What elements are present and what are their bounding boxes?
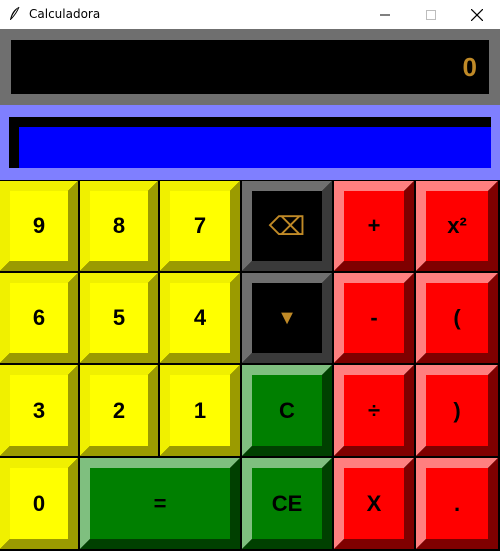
multiply-button[interactable]: X <box>334 458 414 549</box>
secondary-display <box>9 117 491 168</box>
close-button[interactable] <box>454 0 500 29</box>
button-5-label: 5 <box>112 305 126 330</box>
open-paren-button[interactable]: ( <box>416 273 498 363</box>
divide-button-label: ÷ <box>367 397 381 423</box>
down-arrow-icon: ▼ <box>277 306 297 329</box>
equals-button[interactable]: = <box>80 458 240 549</box>
equals-button-label: = <box>153 490 167 516</box>
backspace-icon: ⌫ <box>268 210 306 241</box>
add-button-label: + <box>367 213 381 238</box>
clear-button-label: C <box>279 397 295 423</box>
feather-icon <box>8 6 22 22</box>
square-button[interactable]: x² <box>416 181 498 271</box>
button-0-label: 0 <box>32 490 46 516</box>
title-bar: Calculadora <box>0 0 500 29</box>
divide-button[interactable]: ÷ <box>334 365 414 456</box>
button-6-label: 6 <box>32 305 46 330</box>
window-title: Calculadora <box>29 7 101 21</box>
button-1[interactable]: 1 <box>160 365 240 456</box>
close-paren-button-label: ) <box>453 397 461 423</box>
button-5[interactable]: 5 <box>80 273 158 363</box>
subtract-button[interactable]: - <box>334 273 414 363</box>
maximize-button[interactable] <box>408 0 454 29</box>
button-2-label: 2 <box>112 397 126 423</box>
button-6[interactable]: 6 <box>0 273 78 363</box>
button-1-label: 1 <box>193 397 207 423</box>
multiply-button-label: X <box>366 490 382 516</box>
button-7-label: 7 <box>193 213 207 238</box>
display-value: 0 <box>462 52 477 82</box>
add-button[interactable]: + <box>334 181 414 271</box>
close-paren-button[interactable]: ) <box>416 365 498 456</box>
display-screen: 0 <box>11 40 489 94</box>
button-7[interactable]: 7 <box>160 181 240 271</box>
square-button-label: x² <box>447 213 467 238</box>
decimal-point-button[interactable]: . <box>416 458 498 549</box>
button-2[interactable]: 2 <box>80 365 158 456</box>
button-3-label: 3 <box>32 397 46 423</box>
button-9[interactable]: 9 <box>0 181 78 271</box>
minimize-button[interactable] <box>362 0 408 29</box>
maximize-icon <box>426 9 436 20</box>
button-3[interactable]: 3 <box>0 365 78 456</box>
button-4[interactable]: 4 <box>160 273 240 363</box>
close-icon <box>471 8 483 21</box>
secondary-display-frame <box>0 105 500 180</box>
button-8-label: 8 <box>112 213 126 238</box>
display-frame: 0 <box>0 29 500 105</box>
button-8[interactable]: 8 <box>80 181 158 271</box>
clear-entry-button-label: CE <box>271 490 303 516</box>
button-0[interactable]: 0 <box>0 458 78 549</box>
minimize-icon <box>380 14 390 15</box>
clear-entry-button[interactable]: CE <box>242 458 332 549</box>
decimal-point-button-label: . <box>453 490 461 516</box>
button-4-label: 4 <box>193 305 207 330</box>
down-arrow-button[interactable]: ▼ <box>242 273 332 363</box>
open-paren-button-label: ( <box>453 305 461 330</box>
backspace-button[interactable]: ⌫ <box>242 181 332 271</box>
subtract-button-label: - <box>370 305 378 330</box>
button-9-label: 9 <box>32 213 46 238</box>
clear-button[interactable]: C <box>242 365 332 456</box>
